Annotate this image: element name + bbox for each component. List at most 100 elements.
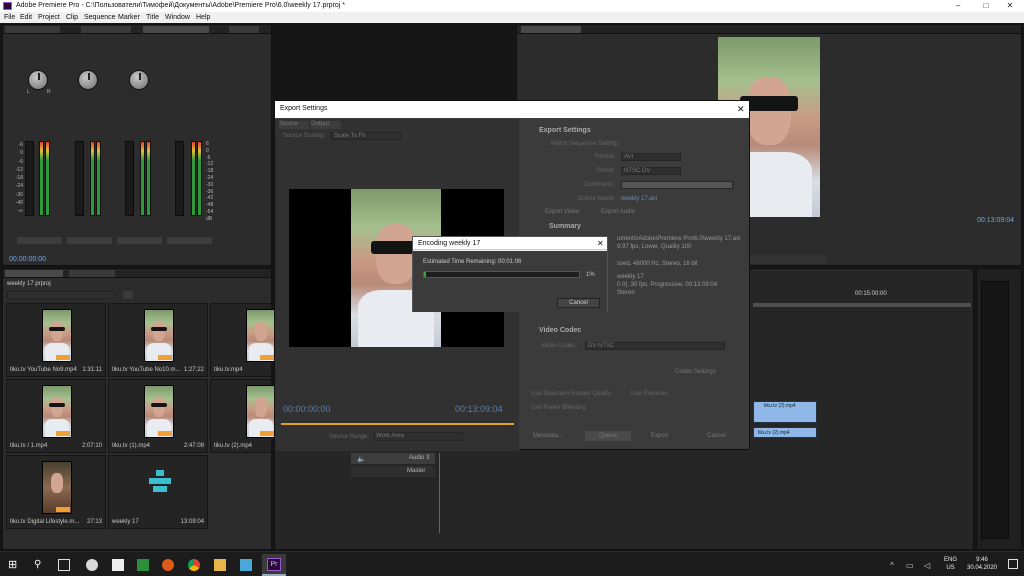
tab-effect-controls[interactable] <box>81 26 131 33</box>
export-dialog-close-button[interactable]: ✕ <box>737 104 745 115</box>
menu-project[interactable]: Project <box>38 14 60 21</box>
close-window-button[interactable]: ✕ <box>996 0 1024 12</box>
project-item-2[interactable]: tiku.tv YouTube No10.m... 1:27:22 <box>108 303 208 377</box>
track-name-3 <box>117 237 162 244</box>
volume-fader-1[interactable] <box>25 141 34 216</box>
encoding-cancel-button[interactable]: Cancel <box>557 298 600 308</box>
language-indicator[interactable]: ENG US <box>944 556 957 572</box>
source-scaling-select[interactable]: Scale To Fit <box>331 132 401 140</box>
menu-title[interactable]: Title <box>146 14 159 21</box>
work-area-bar[interactable] <box>753 303 971 307</box>
master-fader[interactable] <box>175 141 184 216</box>
tab-project[interactable] <box>5 270 63 277</box>
project-item-4[interactable]: tiku.tv / 1.mp4 2:07:10 <box>6 379 106 453</box>
preset-select[interactable]: NTSC DV <box>621 167 681 175</box>
menu-marker[interactable]: Marker <box>118 14 140 21</box>
queue-button[interactable]: Queue <box>585 431 631 441</box>
export-video-checkbox[interactable]: Export Video <box>545 209 579 215</box>
project-item-3[interactable]: tiku.tv.mp4 <box>210 303 276 377</box>
pan-knob-2[interactable] <box>78 70 98 90</box>
program-timecode[interactable]: 00:13:09:04 <box>977 217 1014 224</box>
windows-start-icon[interactable]: ⊞ <box>8 559 20 571</box>
export-time-slider[interactable] <box>281 423 514 425</box>
sequence-icon <box>149 470 171 496</box>
person-face <box>746 76 792 145</box>
project-item-1[interactable]: tiku.tv YouTube No9.mp4 1:31:11 <box>6 303 106 377</box>
format-select[interactable]: AVI <box>621 153 681 161</box>
clip-thumbnail <box>42 385 72 438</box>
export-button[interactable]: Export <box>651 433 668 439</box>
playhead[interactable] <box>439 453 440 533</box>
volume-fader-3[interactable] <box>125 141 134 216</box>
tray-chevron-icon[interactable]: ^ <box>890 561 894 570</box>
volume-icon[interactable]: ◁ <box>924 561 930 570</box>
project-item-8[interactable]: weekly 17 13:09:04 <box>108 455 208 529</box>
frame-blending-checkbox[interactable]: Use Frame Blending <box>531 405 586 411</box>
search-icon[interactable]: ⚲ <box>34 559 46 571</box>
source-scaling-label: Source Scaling: <box>283 133 326 139</box>
export-start-timecode[interactable]: 00:00:00:00 <box>283 404 331 414</box>
max-render-checkbox[interactable]: Use Maximum Render Quality <box>531 391 611 397</box>
menu-sequence[interactable]: Sequence <box>84 14 116 21</box>
chrome-icon[interactable] <box>188 559 200 571</box>
encoding-remaining: Estimated Time Remaining: 00:01:06 <box>423 259 522 265</box>
encoding-close-button[interactable]: ✕ <box>597 239 604 248</box>
export-audio-checkbox[interactable]: Export Audio <box>601 209 635 215</box>
clock[interactable]: 9:46 30.04.2020 <box>964 556 1000 572</box>
store-icon[interactable] <box>240 559 252 571</box>
task-view-icon[interactable] <box>58 559 70 571</box>
metadata-button[interactable]: Metadata... <box>533 433 563 439</box>
notifications-icon[interactable] <box>1008 559 1018 569</box>
mixer-db-scale: 6 0 -6 -12 -18 -24 -30 -36 -42 -48 -54 dB <box>206 141 214 222</box>
audio-clip-1[interactable]: tiku.tv (2).mp4 <box>753 427 817 438</box>
speaker-icon[interactable]: 🔈 <box>357 455 366 463</box>
menu-help[interactable]: Help <box>196 14 210 21</box>
export-end-timecode[interactable]: 00:13:09:04 <box>455 404 503 414</box>
menu-edit[interactable]: Edit <box>20 14 32 21</box>
mixer-tab-bar <box>3 25 271 34</box>
tab-source[interactable]: Source <box>279 121 309 129</box>
tab-metadata[interactable] <box>229 26 259 33</box>
video-clip-1[interactable]: tiku.tv (2).mp4 <box>753 401 817 423</box>
transport-controls[interactable] <box>747 255 827 264</box>
menu-clip[interactable]: Clip <box>66 14 78 21</box>
export-cancel-button[interactable]: Cancel <box>707 433 726 439</box>
tab-program[interactable] <box>521 26 581 33</box>
notepad-icon[interactable] <box>112 559 124 571</box>
file-explorer-icon[interactable] <box>214 559 226 571</box>
knob-left-label: L <box>27 89 30 95</box>
menu-window[interactable]: Window <box>165 14 190 21</box>
spreadsheet-app-icon[interactable] <box>137 559 149 571</box>
codec-settings-button[interactable]: Codec Settings <box>675 369 716 375</box>
comments-input[interactable] <box>621 181 733 189</box>
source-range-select[interactable]: Work Area <box>373 432 463 441</box>
pan-knob-1[interactable] <box>28 70 48 90</box>
mixer-timecode[interactable]: 00:00:00:00 <box>9 256 46 263</box>
folder-icon[interactable] <box>123 291 133 299</box>
project-item-7[interactable]: tiku.tv Digital Lifestyle.m... 27:13 <box>6 455 106 529</box>
video-codec-select[interactable]: DV NTSC <box>585 342 725 350</box>
use-previews-checkbox[interactable]: Use Previews <box>631 391 668 397</box>
video-codec-label: Video Codec: <box>541 343 577 349</box>
project-item-6[interactable]: tiku.tv (2).mp4 <box>210 379 276 453</box>
minimize-button[interactable]: – <box>944 0 972 12</box>
menu-file[interactable]: File <box>4 14 15 21</box>
source-range-label: Source Range: <box>329 434 370 440</box>
master-track-header: Master <box>351 466 435 477</box>
audio3-track-header: 🔈 Audio 3 <box>351 453 435 464</box>
project-search-input[interactable] <box>7 291 115 299</box>
pan-knob-3[interactable] <box>129 70 149 90</box>
media-player-icon[interactable] <box>162 559 174 571</box>
project-item-5[interactable]: tiku.tv (1).mp4 2:47:09 <box>108 379 208 453</box>
cloud-app-icon[interactable] <box>86 559 98 571</box>
tab-audio-mixer[interactable] <box>143 26 209 33</box>
network-icon[interactable]: ▭ <box>906 561 914 570</box>
premiere-taskbar-button[interactable]: Pr <box>262 554 286 576</box>
match-sequence-checkbox[interactable]: Match Sequence Settings <box>551 141 619 147</box>
volume-fader-2[interactable] <box>75 141 84 216</box>
tab-source-monitor[interactable] <box>5 26 60 33</box>
tab-media-browser[interactable] <box>69 270 115 277</box>
output-name-link[interactable]: weekly 17.avi <box>621 196 657 202</box>
encoding-percent: 1% <box>586 272 595 278</box>
tab-output[interactable]: Output <box>311 121 341 129</box>
